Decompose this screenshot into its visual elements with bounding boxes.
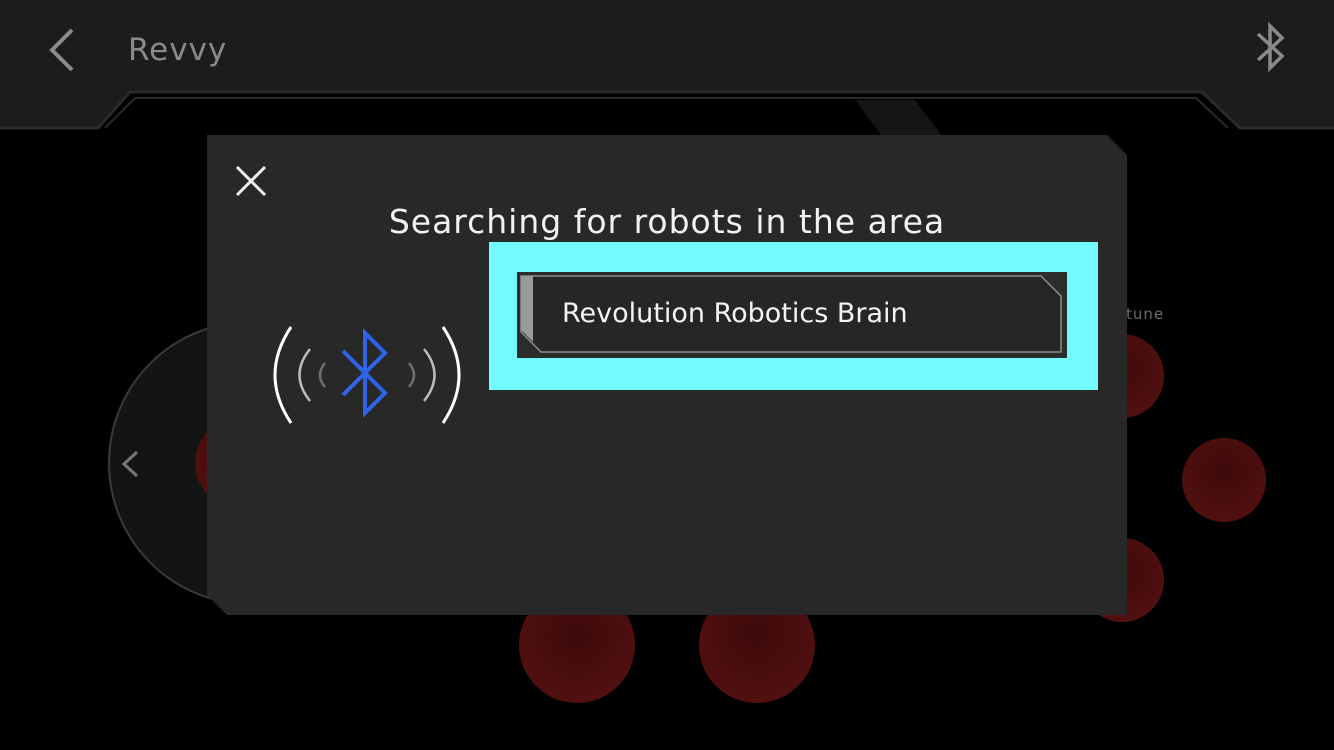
robot-list-highlight[interactable]: Revolution Robotics Brain [489,242,1098,390]
action-button-right[interactable] [1182,438,1266,522]
bluetooth-icon [1256,21,1285,73]
side-label: tune [1126,305,1165,323]
bluetooth-connect-button[interactable] [1248,20,1292,76]
robot-name: Revolution Robotics Brain [562,298,908,329]
chevron-left-icon [49,28,74,72]
dialog-title: Searching for robots in the area [388,202,946,241]
back-button[interactable] [40,22,88,74]
app-screen: tune Revvy Searching for robots in the a… [0,0,1334,750]
robot-search-dialog: Searching for robots in the area Revolut [207,135,1127,615]
app-title: Revvy [128,32,228,68]
robot-list-item[interactable]: Revolution Robotics Brain [517,272,1067,358]
bluetooth-searching-icon [273,326,461,424]
